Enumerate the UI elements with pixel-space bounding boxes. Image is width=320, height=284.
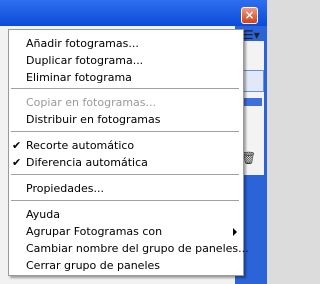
menu-item-group-frames-with[interactable]: Agrupar Fotogramas con (9, 223, 243, 240)
selected-frame-row[interactable] (242, 98, 262, 106)
frame-thumbnail[interactable] (242, 70, 264, 92)
menu-item-duplicate-frame[interactable]: Duplicar fotograma... (9, 52, 243, 69)
close-icon[interactable]: × (241, 7, 258, 24)
menu-item-rename-panel-group[interactable]: Cambiar nombre del grupo de paneles... (9, 240, 249, 257)
menu-separator (11, 174, 239, 175)
menu-item-label: Copiar en fotogramas... (26, 96, 157, 109)
context-menu: Añadir fotogramas... Duplicar fotograma.… (8, 29, 249, 276)
screen: × ☰▾ 🗑 Añadir fotogramas... Duplicar fot… (0, 0, 267, 284)
checkmark-icon: ✔ (12, 139, 22, 152)
submenu-arrow-icon (233, 228, 237, 236)
menu-item-label: Añadir fotogramas... (26, 37, 139, 50)
menu-item-label: Propiedades... (26, 182, 104, 195)
menu-item-label: Ayuda (26, 208, 60, 221)
menu-item-auto-crop[interactable]: ✔ Recorte automático (9, 137, 243, 154)
menu-separator (11, 200, 239, 201)
menu-item-label: Recorte automático (26, 139, 135, 152)
menu-item-label: Cerrar grupo de paneles (26, 259, 161, 272)
menu-separator (11, 88, 239, 89)
menu-item-delete-frame[interactable]: Eliminar fotograma (9, 69, 243, 86)
menu-item-label: Distribuir en fotogramas (26, 113, 161, 126)
panel-title-bar[interactable] (0, 0, 267, 26)
menu-item-copy-to-frames: Copiar en fotogramas... (9, 94, 243, 111)
menu-item-add-frames[interactable]: Añadir fotogramas... (9, 35, 243, 52)
menu-item-properties[interactable]: Propiedades... (9, 180, 243, 197)
menu-item-label: Agrupar Fotogramas con (26, 225, 163, 238)
menu-separator (11, 131, 239, 132)
menu-item-auto-difference[interactable]: ✔ Diferencia automática (9, 154, 243, 171)
menu-item-distribute-to-frames[interactable]: Distribuir en fotogramas (9, 111, 243, 128)
menu-item-close-panel-group[interactable]: Cerrar grupo de paneles (9, 257, 243, 274)
menu-item-label: Duplicar fotograma... (26, 54, 144, 67)
menu-item-help[interactable]: Ayuda (9, 206, 243, 223)
panel-options-menu-icon[interactable]: ☰▾ (243, 28, 260, 42)
menu-item-label: Eliminar fotograma (26, 71, 132, 84)
menu-item-label: Cambiar nombre del grupo de paneles... (26, 242, 249, 255)
menu-item-label: Diferencia automática (26, 156, 148, 169)
checkmark-icon: ✔ (12, 156, 22, 169)
